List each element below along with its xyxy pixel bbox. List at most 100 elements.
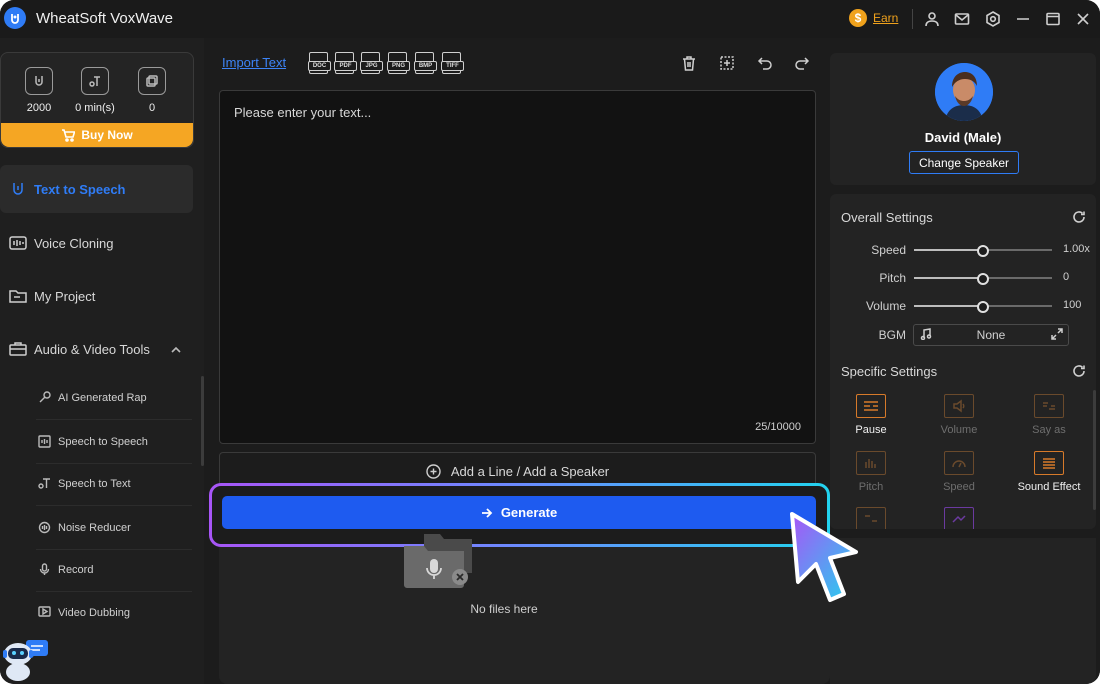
add-box-icon[interactable] — [718, 54, 738, 74]
slider-knob[interactable] — [977, 301, 989, 313]
tool-ai-generated-rap[interactable]: AI Generated Rap — [36, 377, 192, 420]
expand-icon[interactable] — [1051, 328, 1063, 340]
generate-highlight: Generate — [209, 483, 830, 547]
generate-button[interactable]: Generate — [222, 496, 816, 529]
bgm-value: None — [976, 328, 1006, 342]
nav-label: Voice Cloning — [34, 235, 114, 251]
nav-my-project[interactable]: My Project — [0, 272, 193, 320]
chevron-up-icon[interactable] — [171, 343, 181, 353]
tile-volume[interactable]: Volume — [924, 394, 994, 446]
tool-label: Speech to Text — [58, 478, 131, 490]
character-icon — [25, 67, 53, 95]
tile-speed[interactable]: Speed — [924, 451, 994, 503]
tile-pause[interactable]: Pause — [836, 394, 906, 446]
tool-label: Speech to Speech — [58, 436, 148, 448]
png-file-icon[interactable]: PNG — [387, 52, 410, 74]
tool-speech-to-text[interactable]: Speech to Text — [36, 463, 192, 506]
settings-panel: Overall Settings Speed 1.00x Pitch 0 Vol… — [830, 194, 1096, 529]
tile-label: Say as — [1032, 424, 1066, 436]
tool-speech-to-speech[interactable]: Speech to Speech — [36, 421, 192, 464]
reset-specific-icon[interactable] — [1072, 364, 1086, 378]
slider-value: 1.00x — [1063, 243, 1090, 255]
tool-record[interactable]: Record — [36, 549, 192, 592]
tiff-file-icon[interactable]: TIFF — [441, 52, 464, 74]
app-window: WheatSoft VoxWave $ Earn 2000 0 min(s) 0… — [0, 0, 1100, 684]
mail-icon[interactable] — [952, 9, 972, 29]
slider-knob[interactable] — [977, 273, 989, 285]
right-panel: David (Male) Change Speaker Overall Sett… — [830, 38, 1100, 684]
pitch-slider-row: Pitch 0 — [830, 268, 1096, 288]
transcribe-icon — [38, 477, 52, 491]
toolbox-icon — [7, 338, 29, 360]
import-text-link[interactable]: Import Text — [222, 55, 286, 70]
tile-label: Pause — [855, 424, 887, 436]
tile-transition[interactable] — [924, 507, 994, 529]
settings-scrollbar[interactable] — [1093, 390, 1096, 510]
title-bar-divider — [912, 9, 913, 29]
empty-folder-icon — [404, 534, 472, 588]
user-icon[interactable] — [922, 9, 942, 29]
minimize-icon[interactable] — [1013, 9, 1033, 29]
nav-text-to-speech[interactable]: Text to Speech — [0, 165, 193, 213]
speech-icon — [38, 435, 52, 449]
tile-pitch[interactable]: Pitch — [836, 451, 906, 503]
tile-label: Speed — [943, 481, 975, 493]
pitch-bars-icon — [856, 451, 886, 475]
bgm-select[interactable]: None — [913, 324, 1069, 346]
tile-label: Sound Effect — [1017, 481, 1081, 493]
nav-label: My Project — [34, 288, 96, 304]
nav-voice-cloning[interactable]: Voice Cloning — [0, 219, 193, 267]
redo-icon[interactable] — [793, 54, 813, 74]
tool-noise-reducer[interactable]: Noise Reducer — [36, 507, 192, 550]
arrow-right-icon — [481, 507, 493, 518]
title-bar: WheatSoft VoxWave $ Earn — [0, 0, 1100, 38]
pitch-slider[interactable] — [914, 273, 1052, 285]
close-icon[interactable] — [1073, 9, 1093, 29]
slider-knob[interactable] — [977, 245, 989, 257]
record-icon — [38, 563, 52, 577]
bmp-file-icon[interactable]: BMP — [414, 52, 437, 74]
speedometer-icon — [944, 451, 974, 475]
time-icon — [81, 67, 109, 95]
tile-say-as[interactable]: Say as — [1014, 394, 1084, 446]
file-type-label: TIFF — [441, 61, 464, 71]
tile-sound-effect[interactable]: Sound Effect — [1014, 451, 1084, 503]
character-counter: 25/10000 — [755, 421, 801, 433]
editor-area: Import Text DOC PDF JPG PNG BMP TIFF Ple… — [204, 38, 830, 684]
earn-label: Earn — [873, 11, 899, 25]
buy-now-label: Buy Now — [81, 128, 133, 142]
nav-audio-video-tools[interactable]: Audio & Video Tools — [0, 325, 193, 373]
sound-effect-icon — [1034, 451, 1064, 475]
stat-value: 0 min(s) — [75, 102, 115, 114]
file-type-label: PDF — [334, 61, 357, 71]
change-speaker-button[interactable]: Change Speaker — [909, 151, 1019, 174]
clone-voice-icon — [138, 67, 166, 95]
text-editor[interactable]: Please enter your text... 25/10000 — [219, 90, 816, 444]
jpg-file-icon[interactable]: JPG — [360, 52, 383, 74]
volume-slider[interactable] — [914, 301, 1052, 313]
file-type-label: DOC — [308, 61, 331, 71]
tool-video-dubbing[interactable]: Video Dubbing — [36, 593, 192, 619]
speaker-card: David (Male) Change Speaker — [830, 53, 1096, 185]
reset-overall-icon[interactable] — [1072, 210, 1086, 224]
assistant-robot-icon[interactable] — [2, 638, 50, 682]
buy-now-button[interactable]: Buy Now — [1, 123, 193, 147]
speed-slider[interactable] — [914, 245, 1052, 257]
maximize-icon[interactable] — [1043, 9, 1063, 29]
pdf-file-icon[interactable]: PDF — [334, 52, 357, 74]
speaker-name: David (Male) — [924, 130, 1002, 145]
tile-label: Pitch — [858, 481, 884, 493]
settings-gear-icon[interactable] — [983, 9, 1003, 29]
undo-icon[interactable] — [756, 54, 776, 74]
app-title: WheatSoft VoxWave — [36, 10, 174, 27]
rap-mic-icon — [38, 391, 52, 405]
app-logo-icon — [4, 7, 26, 29]
tool-label: AI Generated Rap — [58, 392, 147, 404]
delete-icon[interactable] — [680, 54, 700, 74]
say-as-icon — [1034, 394, 1064, 418]
doc-file-icon[interactable]: DOC — [308, 52, 331, 74]
file-type-label: PNG — [387, 61, 410, 71]
earn-button[interactable]: $ Earn — [849, 9, 898, 27]
stat-clones: 0 — [127, 67, 177, 114]
file-type-label: JPG — [360, 61, 383, 71]
